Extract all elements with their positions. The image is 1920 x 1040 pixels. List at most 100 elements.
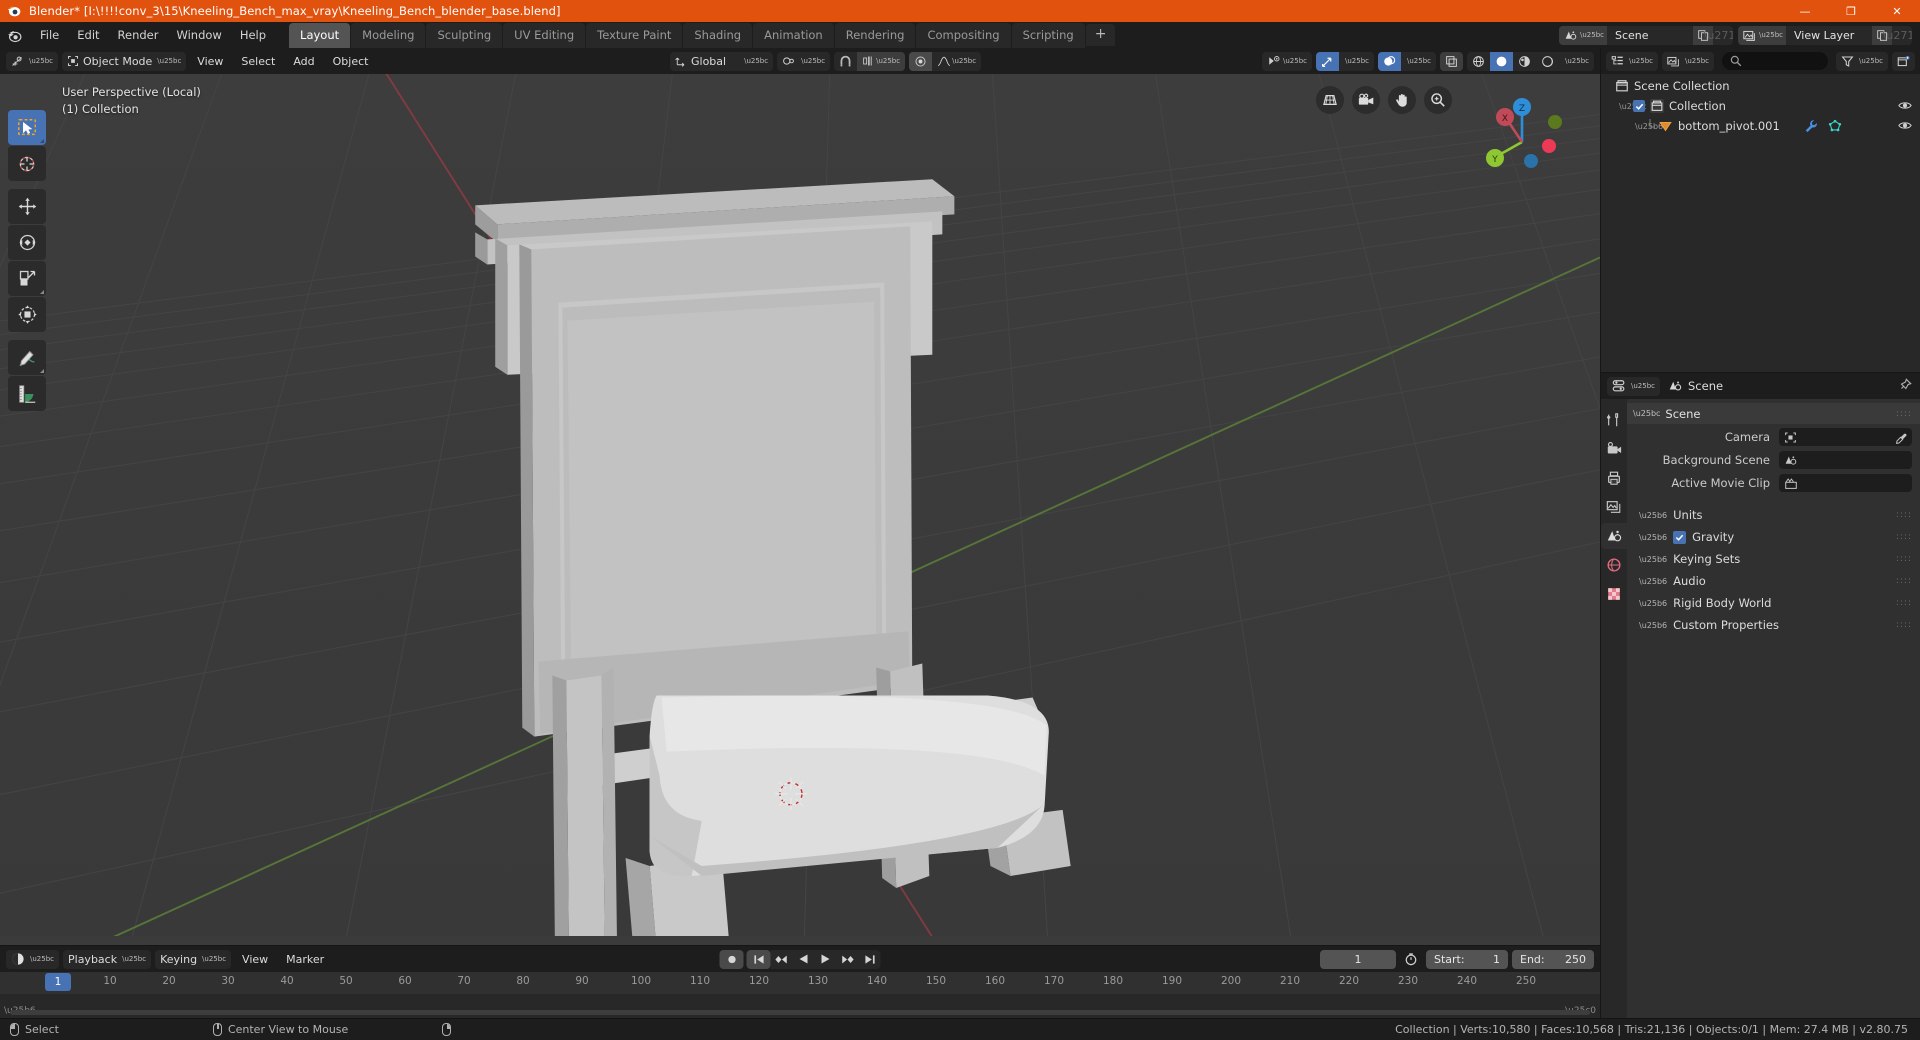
collection-checkbox[interactable] [1633, 100, 1645, 112]
solid-shading-button[interactable] [1490, 51, 1513, 71]
mesh-data-icon[interactable] [1828, 119, 1842, 133]
menu-edit[interactable]: Edit [68, 25, 108, 45]
tab-shading[interactable]: Shading [683, 22, 753, 48]
viewport-menu-add[interactable]: Add [286, 52, 321, 71]
tab-compositing[interactable]: Compositing [916, 22, 1011, 48]
expand-triangle-icon[interactable]: \u25b6 [1639, 511, 1667, 520]
viewport-menu-view[interactable]: View [190, 52, 230, 71]
custom-properties-section[interactable]: \u25b6 Custom Properties :::: [1627, 614, 1920, 636]
tab-animation[interactable]: Animation [753, 22, 834, 48]
gravity-checkbox[interactable] [1673, 530, 1687, 544]
visibility-eye-icon[interactable] [1898, 99, 1912, 115]
timeline-scrollbar[interactable] [10, 1010, 1590, 1015]
use-preview-range-icon[interactable] [1400, 950, 1422, 969]
menu-render[interactable]: Render [109, 25, 168, 45]
panel-drag-grip[interactable]: :::: [1896, 510, 1912, 520]
viewport-menu-select[interactable]: Select [234, 52, 282, 71]
view-layer-name[interactable]: View Layer [1786, 26, 1872, 45]
show-overlays-toggle[interactable] [1378, 51, 1401, 71]
modifier-wrench-icon[interactable] [1804, 119, 1818, 133]
current-frame-field[interactable]: 1 [1320, 949, 1396, 969]
start-frame-field[interactable]: Start: 1 [1426, 949, 1508, 969]
menu-help[interactable]: Help [231, 25, 275, 45]
maximize-button[interactable]: ❐ [1828, 0, 1874, 22]
falloff-selector[interactable]: \u25bc [932, 52, 981, 71]
outliner-editor-type-selector[interactable]: \u25bc [1606, 51, 1658, 71]
tab-sculpting[interactable]: Sculpting [426, 22, 503, 48]
record-keyframes-button[interactable] [719, 949, 744, 969]
properties-editor-type-selector[interactable]: \u25bc [1607, 376, 1660, 396]
menu-file[interactable]: File [31, 25, 68, 45]
shading-options-dropdown[interactable]: \u25bc [1559, 52, 1594, 71]
blender-menu-icon[interactable] [6, 27, 23, 44]
timeline-menu-view[interactable]: View [235, 950, 275, 969]
tab-tool[interactable] [1601, 407, 1627, 433]
wireframe-shading-button[interactable] [1467, 52, 1490, 71]
viewport-menu-object[interactable]: Object [326, 52, 376, 71]
timeline-menu-marker[interactable]: Marker [279, 950, 331, 969]
proportional-edit-toggle[interactable] [909, 51, 933, 71]
tab-rendering[interactable]: Rendering [834, 22, 916, 48]
tab-scene[interactable] [1601, 523, 1627, 549]
timeline-menu-playback[interactable]: Playback \u25bc [63, 949, 152, 969]
panel-drag-grip[interactable]: :::: [1896, 576, 1912, 586]
outliner-filter-button[interactable]: \u25bc [1836, 51, 1888, 71]
annotate-tool[interactable] [8, 340, 46, 375]
delete-scene-button[interactable]: \u2715 [1704, 25, 1733, 45]
panel-collapse-icon[interactable]: \u25bc [1633, 409, 1660, 418]
outliner-row-bottom-pivot[interactable]: \u25b6 bottom_pivot.001 [1601, 116, 1920, 136]
transform-orientation-selector[interactable]: Global \u25bc [670, 51, 774, 71]
panel-drag-grip[interactable]: :::: [1896, 409, 1912, 419]
scene-name[interactable]: Scene [1607, 26, 1693, 45]
show-gizmo-toggle[interactable] [1316, 51, 1339, 71]
camera-view-icon[interactable] [1352, 86, 1380, 114]
scene-selector[interactable]: \u25bc Scene \u2715 [1559, 25, 1733, 45]
gravity-section[interactable]: \u25b6 Gravity :::: [1627, 526, 1920, 548]
outliner-new-collection-button[interactable] [1892, 51, 1915, 71]
timeline-editor-type-selector[interactable]: \u25bc [6, 949, 59, 969]
overlays-options-dropdown[interactable]: \u25bc [1401, 52, 1436, 71]
eyedropper-icon[interactable] [1895, 430, 1908, 449]
outliner-search-input[interactable] [1722, 52, 1828, 70]
scene-panel-header[interactable]: \u25bc Scene :::: [1627, 403, 1920, 424]
toggle-xray-button[interactable] [1440, 51, 1463, 71]
jump-to-next-keyframe-button[interactable] [836, 949, 859, 969]
expand-triangle-icon[interactable]: \u25b6 [1639, 577, 1667, 586]
tab-world[interactable] [1601, 552, 1627, 578]
move-tool[interactable] [8, 189, 46, 224]
tab-texture[interactable] [1601, 581, 1627, 607]
disclosure-triangle-icon[interactable]: \u25bc [1619, 102, 1646, 111]
jump-to-prev-keyframe-button[interactable] [770, 949, 793, 969]
interaction-mode-selector[interactable]: Object Mode \u25bc [62, 51, 187, 71]
disclosure-triangle-icon[interactable]: \u25b6 [1635, 122, 1663, 131]
tab-view-layer[interactable] [1601, 494, 1627, 520]
tab-scripting[interactable]: Scripting [1011, 22, 1085, 48]
measure-tool[interactable] [8, 376, 46, 411]
visibility-eye-icon[interactable] [1898, 119, 1912, 135]
add-workspace-button[interactable]: + [1085, 24, 1116, 46]
camera-field[interactable] [1779, 428, 1912, 446]
material-preview-button[interactable] [1513, 52, 1536, 71]
zoom-view-icon[interactable] [1424, 86, 1452, 114]
tab-texture-paint[interactable]: Texture Paint [586, 22, 683, 48]
jump-to-start-button[interactable] [746, 949, 771, 969]
play-button[interactable] [814, 949, 837, 969]
tab-uv-editing[interactable]: UV Editing [503, 22, 586, 48]
panel-drag-grip[interactable]: :::: [1896, 554, 1912, 564]
jump-to-end-button[interactable] [858, 949, 881, 969]
background-scene-field[interactable] [1779, 451, 1912, 469]
end-frame-field[interactable]: End: 250 [1512, 949, 1594, 969]
view-layer-icon[interactable]: \u25bc [1738, 25, 1786, 45]
snap-target-selector[interactable]: \u25bc [857, 51, 906, 71]
keying-sets-section[interactable]: \u25b6 Keying Sets :::: [1627, 548, 1920, 570]
expand-triangle-icon[interactable]: \u25b6 [1639, 533, 1667, 542]
timeline-channels[interactable]: \u25b6 \u25c0 [0, 994, 1600, 1018]
panel-drag-grip[interactable]: :::: [1896, 532, 1912, 542]
tab-render[interactable] [1601, 436, 1627, 462]
tweak-select-tool[interactable] [8, 110, 46, 145]
minimize-button[interactable]: — [1782, 0, 1828, 22]
timeline-ruler[interactable]: 1 10 20 30 40 50 60 70 80 90 100 110 120… [0, 972, 1600, 994]
scene-icon[interactable]: \u25bc [1559, 25, 1607, 45]
menu-window[interactable]: Window [167, 25, 230, 45]
delete-view-layer-button[interactable]: \u2715 [1883, 25, 1912, 45]
